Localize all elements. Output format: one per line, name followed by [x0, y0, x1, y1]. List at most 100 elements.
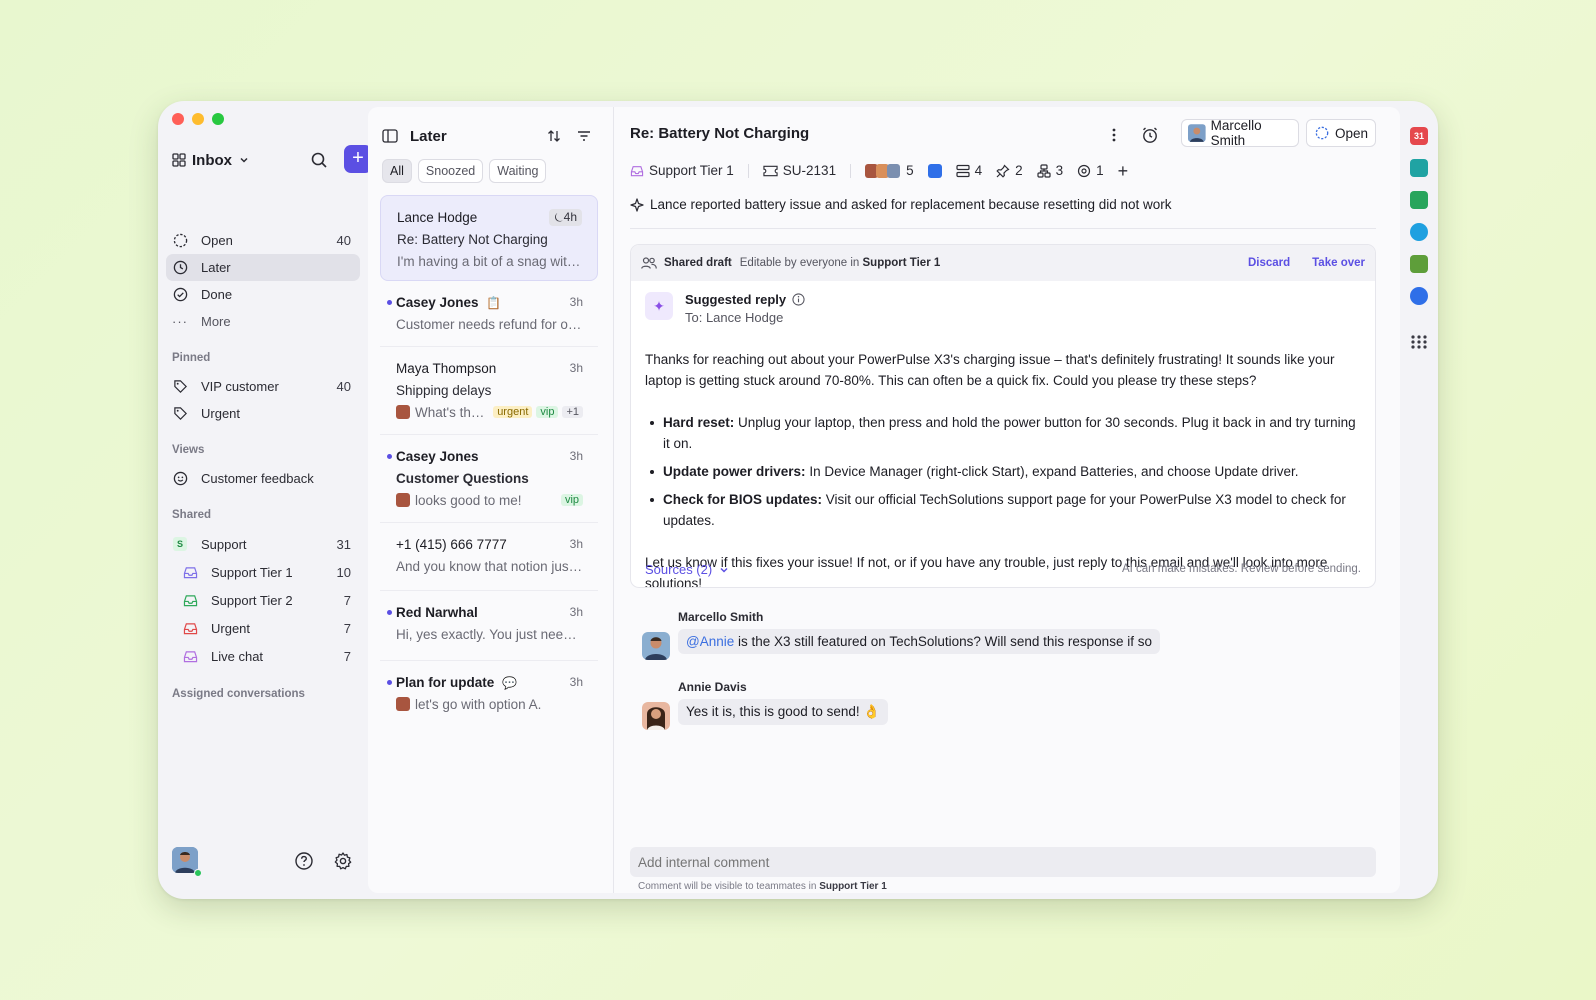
shopify-app-icon[interactable]	[1410, 255, 1428, 273]
ticket-icon	[763, 165, 778, 176]
calendar-app-icon[interactable]: 31	[1410, 127, 1428, 145]
list-item[interactable]: Casey Jones 3h Customer Questions looks g…	[380, 435, 598, 523]
assignee-button[interactable]: Marcello Smith	[1181, 118, 1299, 148]
avatar	[396, 405, 410, 419]
chevron-down-icon	[720, 567, 728, 573]
info-icon[interactable]	[792, 293, 805, 306]
add-meta-button[interactable]: +	[1118, 162, 1129, 180]
ai-disclaimer: AI can make mistakes. Review before send…	[1121, 563, 1361, 575]
sort-icon[interactable]	[546, 128, 562, 144]
sidebar-item-later[interactable]: Later	[166, 254, 360, 281]
take-over-button[interactable]: Take over	[1312, 257, 1365, 269]
meta-integration[interactable]	[927, 163, 942, 178]
sidebar-item-vip-customer[interactable]: VIP customer 40	[166, 373, 360, 400]
gear-icon[interactable]	[333, 851, 353, 871]
snooze-icon: ⏾	[554, 209, 564, 224]
clipboard-check-icon: 📋	[486, 295, 502, 310]
sidebar-item-more[interactable]: ··· More	[166, 308, 360, 335]
draft-label: Shared draft	[664, 257, 732, 269]
sidebar-item-done[interactable]: Done	[166, 281, 360, 308]
sheets-app-icon[interactable]	[1410, 191, 1428, 209]
more-vertical-icon[interactable]	[1106, 127, 1122, 143]
conversation-subject: Shipping delays	[396, 382, 492, 398]
sidebar-item-live-chat[interactable]: Live chat 7	[166, 642, 360, 670]
conversation-name: Maya Thompson	[396, 360, 497, 376]
filter-icon[interactable]	[576, 128, 592, 144]
divider	[747, 163, 749, 178]
sidebar: Inbox + Open 40 Later Done ··· More Pinn…	[158, 101, 372, 899]
meta-links[interactable]: 3	[1037, 163, 1063, 178]
sidebar-item-count: 31	[336, 536, 351, 552]
sidebar-item-urgent-shared[interactable]: Urgent 7	[166, 614, 360, 642]
mention-link[interactable]: @Annie	[686, 634, 734, 649]
inbox-tray-icon	[182, 592, 198, 608]
meta-stack[interactable]: 4	[956, 163, 982, 178]
inbox-tray-icon	[182, 648, 198, 664]
list-item[interactable]: Maya Thompson 3h Shipping delays What's t…	[380, 347, 598, 435]
chip-waiting[interactable]: Waiting	[489, 159, 547, 183]
assigned-section-title[interactable]: Assigned conversations	[166, 684, 360, 704]
list-item[interactable]: Plan for update 💬 3h let's go with option…	[380, 661, 598, 729]
sidebar-header: Inbox +	[172, 145, 372, 175]
sparkle-icon	[630, 197, 644, 212]
status-label: Open	[1335, 125, 1369, 141]
search-icon[interactable]	[310, 151, 328, 169]
meta-targets[interactable]: 1	[1077, 163, 1104, 178]
list-item[interactable]: Casey Jones 📋 3h Customer needs refund fo…	[380, 281, 598, 347]
sidebar-item-customer-feedback[interactable]: Customer feedback	[166, 465, 360, 492]
integration-logo-icon	[927, 163, 942, 178]
sidebar-item-label: Support Tier 1	[211, 564, 293, 580]
shared-section-title: Shared	[172, 509, 211, 521]
inbox-tray-icon	[182, 620, 198, 636]
participants-avatars-icon	[865, 163, 901, 178]
sidebar-item-label: Support Tier 2	[211, 592, 293, 608]
conversation-list: Lance Hodge ⏾4h Re: Battery Not Charging …	[380, 195, 598, 729]
meta-ticket[interactable]: SU-2131	[763, 163, 836, 178]
avatar	[642, 632, 670, 660]
unread-dot	[387, 680, 392, 685]
sidebar-item-open[interactable]: Open 40	[166, 227, 360, 254]
tag-icon	[172, 406, 188, 422]
apps-grid-icon[interactable]	[1410, 333, 1428, 351]
sidebar-item-label: VIP customer	[201, 379, 279, 394]
meta-inbox[interactable]: Support Tier 1	[630, 163, 734, 178]
meta-participants[interactable]: 5	[865, 163, 914, 178]
salesforce-app-icon[interactable]	[1410, 223, 1428, 241]
inbox-switcher[interactable]: Inbox	[172, 152, 250, 169]
status-button[interactable]: Open	[1306, 119, 1376, 147]
list-item[interactable]: +1 (415) 666 7777 3h And you know that no…	[380, 523, 598, 591]
conversation-name: Red Narwhal	[396, 604, 478, 620]
sidebar-item-support-tier-2[interactable]: Support Tier 2 7	[166, 586, 360, 614]
hierarchy-icon	[1037, 163, 1051, 178]
conversation-name: Casey Jones 📋	[396, 294, 502, 310]
list-item[interactable]: Red Narwhal 3h Hi, yes exactly. You just …	[380, 591, 598, 661]
internal-comment-input[interactable]	[630, 847, 1376, 877]
check-circle-icon	[172, 287, 188, 303]
linked-app-icon[interactable]	[1410, 287, 1428, 305]
conversation-preview: What's the...	[415, 404, 490, 420]
list-item[interactable]: Lance Hodge ⏾4h Re: Battery Not Charging …	[380, 195, 598, 281]
target-icon	[1078, 164, 1091, 177]
chip-snoozed[interactable]: Snoozed	[417, 159, 484, 183]
assignee-name: Marcello Smith	[1210, 118, 1262, 148]
chip-all[interactable]: All	[382, 159, 412, 183]
sidebar-item-label: Done	[201, 287, 233, 302]
sidebar-item-support-tier-1[interactable]: Support Tier 1 10	[166, 558, 360, 586]
reply-body[interactable]: Thanks for reaching out about your Power…	[645, 349, 1361, 587]
snooze-clock-icon[interactable]	[1141, 126, 1159, 144]
avatar	[396, 493, 410, 507]
avatar	[642, 702, 670, 730]
contacts-app-icon[interactable]	[1410, 159, 1428, 177]
tag-more: +1	[562, 406, 583, 418]
sidebar-toggle-icon[interactable]	[382, 129, 398, 143]
avatar[interactable]	[172, 847, 198, 873]
help-icon[interactable]	[294, 851, 314, 871]
sidebar-item-urgent-pinned[interactable]: Urgent	[166, 400, 360, 427]
sidebar-item-support[interactable]: S Support 31	[166, 530, 360, 558]
meta-pins[interactable]: 2	[996, 163, 1023, 178]
sources-dropdown[interactable]: Sources (2)	[645, 562, 730, 577]
stack-icon	[956, 164, 970, 177]
comment-icon: 💬	[502, 675, 517, 690]
conversation-list-pane: Later All Snoozed Waiting Lance Hodge ⏾4h…	[368, 107, 614, 893]
discard-button[interactable]: Discard	[1248, 257, 1290, 269]
